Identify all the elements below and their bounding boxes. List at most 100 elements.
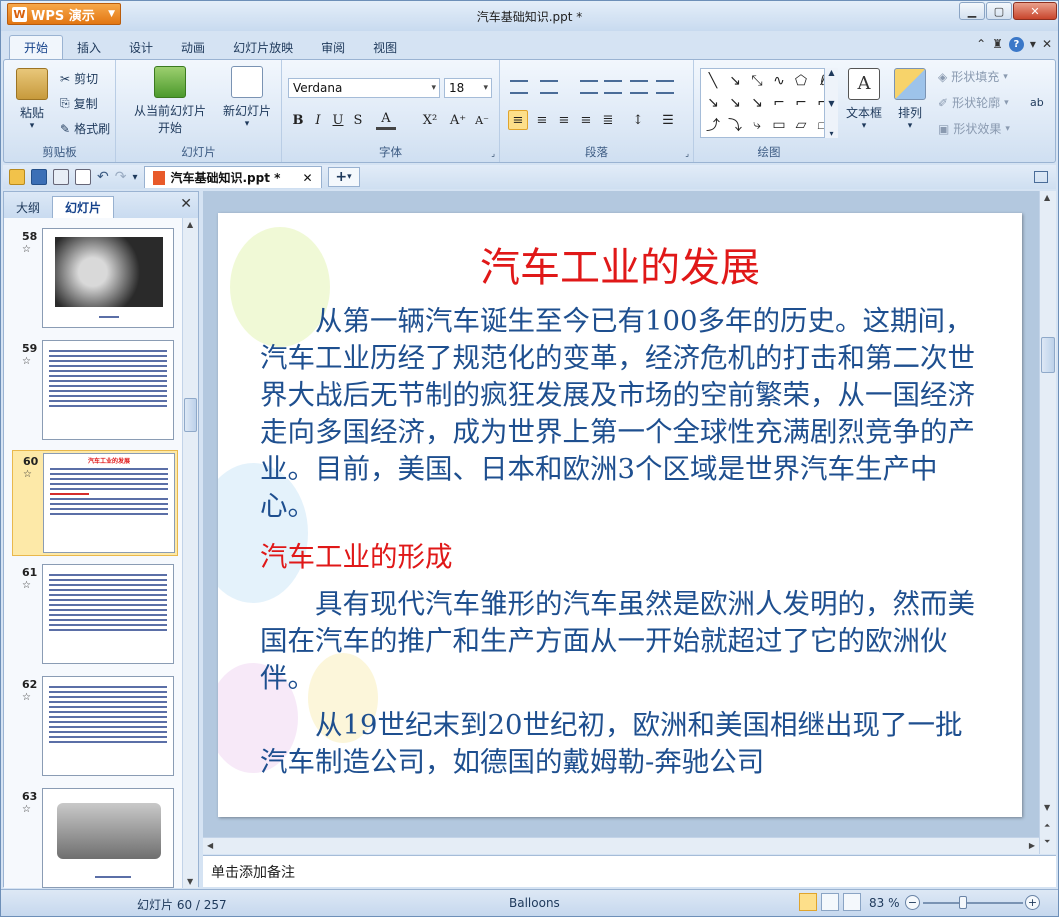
scroll-up-icon[interactable]: ▲ xyxy=(1044,193,1050,202)
font-size-select[interactable]: 18 xyxy=(444,78,492,98)
scroll-up-icon[interactable]: ▲ xyxy=(187,220,193,229)
font-name-select[interactable]: Verdana xyxy=(288,78,440,98)
line-spacing-button[interactable]: ↕ xyxy=(628,110,648,130)
distribute-button[interactable]: ≣ xyxy=(598,110,618,130)
thumbnail-62[interactable]: 62 ☆ xyxy=(12,674,178,780)
save-icon[interactable] xyxy=(31,169,47,185)
text-direction-icon[interactable] xyxy=(630,80,648,94)
slideshow-button[interactable] xyxy=(843,893,861,911)
columns-button[interactable]: ☰ xyxy=(658,110,678,130)
italic-button[interactable]: I xyxy=(308,110,328,130)
close-button[interactable]: ✕ xyxy=(1013,2,1057,20)
scroll-left-icon[interactable]: ◀ xyxy=(207,841,213,850)
paste-button[interactable]: 粘贴 ▾ xyxy=(12,68,52,131)
align-left-button[interactable]: ≡ xyxy=(508,110,528,130)
justify-button[interactable]: ≡ xyxy=(576,110,596,130)
print-preview-icon[interactable] xyxy=(75,169,91,185)
restore-button[interactable]: ▢ xyxy=(986,2,1012,20)
dialog-launcher-icon[interactable]: ⌟ xyxy=(491,149,495,158)
tab-slides[interactable]: 幻灯片 xyxy=(52,196,115,218)
slide-sorter-button[interactable] xyxy=(821,893,839,911)
open-icon[interactable] xyxy=(9,169,25,185)
decrease-indent-icon[interactable] xyxy=(580,80,598,94)
shadow-button[interactable]: S xyxy=(348,110,368,130)
normal-view-button[interactable] xyxy=(799,893,817,911)
close-tab-icon[interactable]: ✕ xyxy=(302,171,312,185)
shrink-font-button[interactable]: A⁻ xyxy=(472,110,492,130)
tab-view[interactable]: 视图 xyxy=(359,35,411,59)
minimize-button[interactable]: ▁ xyxy=(959,2,985,20)
tab-design[interactable]: 设计 xyxy=(115,35,167,59)
curved-connector-icon[interactable]: ⤴ xyxy=(703,115,723,135)
redo-icon[interactable]: ↷ xyxy=(115,169,127,185)
align-right-button[interactable]: ≡ xyxy=(554,110,574,130)
align-text-icon[interactable] xyxy=(656,80,674,94)
underline-button[interactable]: U xyxy=(328,110,348,130)
zoom-slider-track[interactable] xyxy=(923,902,1023,904)
arrange-button[interactable]: 排列 ▾ xyxy=(890,68,930,131)
prev-slide-icon[interactable]: ⏶ xyxy=(1044,821,1050,831)
help-icon[interactable]: ? xyxy=(1008,37,1024,52)
next-slide-icon[interactable]: ⏷ xyxy=(1044,837,1050,847)
dialog-launcher-icon[interactable]: ⌟ xyxy=(685,149,689,158)
new-tab-button[interactable]: + ▾ xyxy=(327,167,360,187)
thumbnail-63[interactable]: 63 ☆ xyxy=(12,786,178,888)
zoom-out-button[interactable]: − xyxy=(905,895,920,910)
elbow-arrow-icon[interactable]: ↘ xyxy=(725,93,745,113)
chevron-down-icon[interactable]: ▾ xyxy=(1030,37,1036,52)
shape-fill-button[interactable]: ◈ 形状填充 ▾ xyxy=(938,68,1008,85)
tab-outline[interactable]: 大纲 xyxy=(4,196,52,218)
parallelogram-shape-icon[interactable]: ▱ xyxy=(791,115,811,135)
slide-title[interactable]: 汽车工业的发展 xyxy=(218,235,1022,293)
play-from-current-button[interactable]: 从当前幻灯片 开始 xyxy=(130,66,210,136)
slide-canvas[interactable]: 汽车工业的发展 从第一辆汽车诞生至今已有100多年的历史。这期间，汽车工业历经了… xyxy=(218,213,1022,817)
textbox-button[interactable]: A 文本框 ▾ xyxy=(844,68,884,131)
thumbnail-58[interactable]: 58 ☆ xyxy=(12,226,178,332)
grow-font-button[interactable]: A⁺ xyxy=(448,110,468,130)
freeform-shape-icon[interactable]: ⬠ xyxy=(791,71,811,91)
chevron-up-icon[interactable]: ▲ xyxy=(828,68,834,77)
panel-scroll-thumb[interactable] xyxy=(184,398,197,432)
align-center-button[interactable]: ≡ xyxy=(532,110,552,130)
cut-button[interactable]: ✂ 剪切 xyxy=(60,70,98,87)
customize-chevron-icon[interactable]: ▾ xyxy=(132,172,137,183)
superscript-button[interactable]: X² xyxy=(420,110,440,130)
numbering-icon[interactable] xyxy=(540,80,558,94)
chevron-down-icon[interactable]: ▼ xyxy=(828,99,834,108)
panel-scrollbar[interactable]: ▲ ▼ xyxy=(182,218,198,888)
shape-outline-button[interactable]: ✐ 形状轮廓 ▾ xyxy=(938,94,1009,111)
panel-toggle-icon[interactable] xyxy=(1034,171,1048,183)
curved-arrow-icon[interactable]: ⤵ xyxy=(725,115,745,135)
connector-icon[interactable]: ⌐ xyxy=(769,93,789,113)
print-icon[interactable] xyxy=(53,169,69,185)
format-painter-button[interactable]: ✎ 格式刷 xyxy=(60,120,110,137)
gallery-more-icon[interactable]: ▾ xyxy=(829,129,833,138)
more-tools-icon[interactable]: ab xyxy=(1030,96,1044,109)
chevron-up-icon[interactable]: ⌃ xyxy=(976,37,986,52)
tab-insert[interactable]: 插入 xyxy=(63,35,115,59)
skin-icon[interactable]: ♜ xyxy=(992,37,1003,52)
scroll-right-icon[interactable]: ▶ xyxy=(1029,841,1035,850)
gallery-scroll[interactable]: ▲ ▼ ▾ xyxy=(824,68,838,138)
vertical-scrollbar[interactable]: ▲ ▼ ⏶ ⏷ xyxy=(1039,191,1056,854)
elbow-connector-icon[interactable]: ↘ xyxy=(703,93,723,113)
curved-double-icon[interactable]: ⤷ xyxy=(747,115,767,135)
shapes-gallery[interactable]: ╲ ↘ ⤡ ∿ ⬠ ℓ ↘ ↘ ↘ ⌐ ⌐ ⌐ ⤴ ⤵ ⤷ ▭ ▱ ⏢ xyxy=(700,68,836,138)
thumbnail-60[interactable]: 60 ☆ 汽车工业的发展 xyxy=(12,450,178,556)
thumbnail-59[interactable]: 59 ☆ xyxy=(12,338,178,444)
document-tab[interactable]: 汽车基础知识.ppt * ✕ xyxy=(143,166,322,188)
vertical-scroll-thumb[interactable] xyxy=(1041,337,1055,373)
zoom-in-button[interactable]: + xyxy=(1025,895,1040,910)
bullets-icon[interactable] xyxy=(510,80,528,94)
elbow-double-icon[interactable]: ↘ xyxy=(747,93,767,113)
tab-review[interactable]: 审阅 xyxy=(307,35,359,59)
copy-button[interactable]: ⎘ 复制 xyxy=(60,95,98,112)
double-arrow-shape-icon[interactable]: ⤡ xyxy=(747,71,767,91)
connector2-icon[interactable]: ⌐ xyxy=(791,93,811,113)
shape-effects-button[interactable]: ▣ 形状效果 ▾ xyxy=(938,120,1010,137)
new-slide-button[interactable]: 新幻灯片 ▾ xyxy=(220,66,274,129)
bold-button[interactable]: B xyxy=(288,110,308,130)
scroll-down-icon[interactable]: ▼ xyxy=(187,877,193,886)
horizontal-scrollbar[interactable]: ◀ ▶ xyxy=(203,837,1039,854)
line-shape-icon[interactable]: ╲ xyxy=(703,71,723,91)
